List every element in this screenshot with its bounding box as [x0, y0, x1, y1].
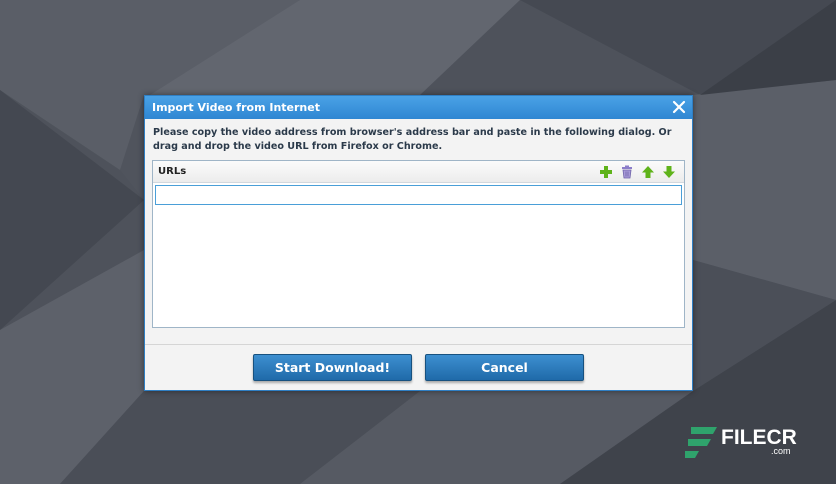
trash-icon[interactable] [620, 165, 634, 179]
dialog-title: Import Video from Internet [152, 101, 320, 114]
cancel-button[interactable]: Cancel [425, 354, 584, 381]
filecr-logo-icon [685, 427, 717, 458]
arrow-up-icon[interactable] [641, 165, 655, 179]
arrow-down-icon[interactable] [662, 165, 676, 179]
urls-panel: URLs [152, 160, 685, 328]
urls-header: URLs [153, 161, 684, 183]
footer-divider [145, 344, 692, 345]
close-icon[interactable] [671, 99, 687, 115]
watermark-suffix: .com [771, 446, 791, 456]
plus-icon[interactable] [599, 165, 613, 179]
import-video-dialog: Import Video from Internet Please copy t… [144, 95, 693, 391]
url-input[interactable] [155, 185, 682, 205]
start-download-button[interactable]: Start Download! [253, 354, 412, 381]
dialog-titlebar: Import Video from Internet [145, 96, 692, 119]
urls-header-label: URLs [158, 166, 187, 177]
filecr-watermark: FILECR .com [685, 423, 805, 463]
instructions-text: Please copy the video address from brows… [153, 127, 672, 152]
